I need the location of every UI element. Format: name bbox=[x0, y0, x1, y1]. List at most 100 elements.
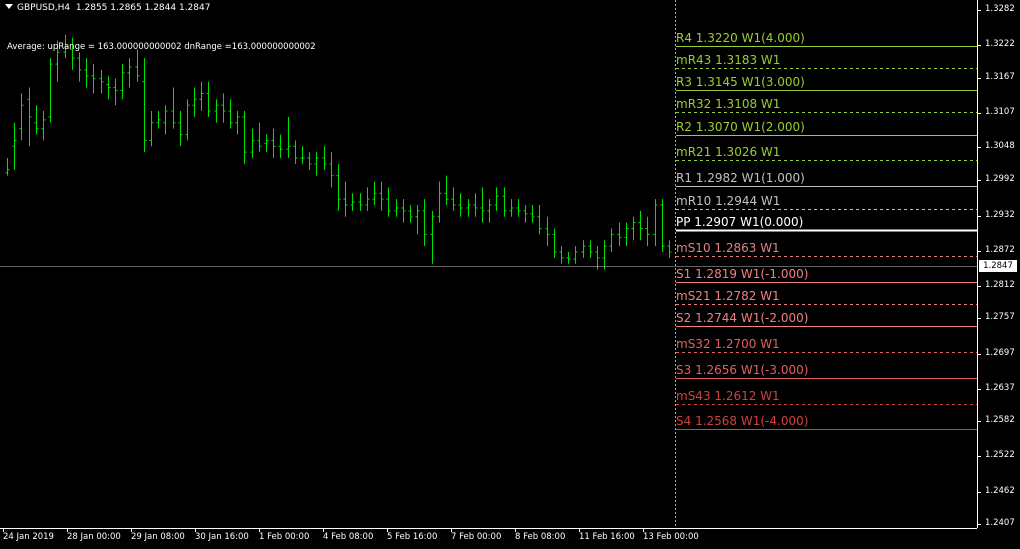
ohlc-bar bbox=[660, 199, 665, 253]
ohlc-bar bbox=[156, 111, 161, 129]
time-tick-label: 5 Feb 16:00 bbox=[387, 532, 438, 542]
ohlc-bar bbox=[192, 87, 197, 117]
time-tick-label: 4 Feb 08:00 bbox=[323, 532, 374, 542]
ohlc-bar bbox=[278, 134, 283, 159]
pivot-label: S2 1.2744 W1(-2.000) bbox=[676, 310, 809, 325]
ohlc-bar bbox=[365, 187, 370, 211]
ohlc-bar bbox=[415, 205, 420, 235]
price-tick-label: 1.2522 bbox=[985, 450, 1015, 460]
ohlc-bar bbox=[250, 128, 255, 159]
current-price-badge: 1.2847 bbox=[979, 260, 1017, 272]
ohlc-bar bbox=[185, 99, 190, 141]
ohlc-bar bbox=[206, 81, 211, 117]
pivot-label: R1 1.2982 W1(1.000) bbox=[676, 170, 805, 185]
price-tick-label: 1.2992 bbox=[985, 174, 1015, 184]
price-tick-mark bbox=[977, 524, 981, 525]
price-tick-label: 1.2812 bbox=[985, 280, 1015, 290]
axis-border bbox=[0, 528, 977, 529]
time-tick-label: 13 Feb 00:00 bbox=[643, 532, 699, 542]
ohlc-bar bbox=[314, 152, 319, 176]
ohlc-bar bbox=[12, 122, 17, 170]
ohlc-bar bbox=[178, 111, 183, 147]
time-tick-label: 8 Feb 08:00 bbox=[515, 532, 566, 542]
time-tick-label: 7 Feb 00:00 bbox=[451, 532, 502, 542]
ohlc-bar bbox=[264, 134, 269, 153]
price-tick-mark bbox=[977, 10, 981, 11]
ohlc-values: 1.2855 1.2865 1.2844 1.2847 bbox=[75, 3, 211, 13]
ohlc-bar bbox=[645, 216, 650, 247]
ohlc-bar bbox=[422, 199, 427, 247]
ohlc-bar bbox=[451, 187, 456, 211]
price-tick-mark bbox=[977, 286, 981, 287]
pivot-label: mS32 1.2700 W1 bbox=[676, 336, 780, 351]
ohlc-bar bbox=[530, 205, 535, 223]
ohlc-bar bbox=[516, 199, 521, 217]
time-tick-label: 11 Feb 16:00 bbox=[579, 532, 635, 542]
pivot-label: S4 1.2568 W1(-4.000) bbox=[676, 413, 809, 428]
ohlc-bar bbox=[27, 87, 32, 147]
price-tick-mark bbox=[977, 180, 981, 181]
ohlc-bar bbox=[573, 246, 578, 264]
pivot-label: R3 1.3145 W1(3.000) bbox=[676, 74, 805, 89]
ohlc-bar bbox=[537, 205, 542, 235]
ohlc-bar bbox=[242, 111, 247, 164]
ohlc-bar bbox=[149, 111, 154, 147]
ohlc-bar bbox=[638, 210, 643, 241]
ohlc-bar bbox=[329, 152, 334, 188]
pivot-label: R4 1.3220 W1(4.000) bbox=[676, 30, 805, 45]
pivot-label: mR10 1.2944 W1 bbox=[676, 193, 781, 208]
ohlc-bar bbox=[257, 122, 262, 153]
ohlc-bar bbox=[84, 58, 89, 88]
price-tick-label: 1.2757 bbox=[985, 312, 1015, 322]
ohlc-bar bbox=[142, 58, 147, 153]
ohlc-bar bbox=[602, 240, 607, 270]
ohlc-bar bbox=[394, 199, 399, 217]
price-tick-mark bbox=[977, 147, 981, 148]
price-tick-mark bbox=[977, 216, 981, 217]
time-axis[interactable]: 24 Jan 2019 28 Jan 00:00 29 Jan 08:00 30 Ja… bbox=[0, 528, 977, 549]
ohlc-bar bbox=[221, 93, 226, 123]
ohlc-bar bbox=[609, 228, 614, 253]
price-tick-label: 1.2697 bbox=[985, 348, 1015, 358]
ohlc-bar bbox=[106, 75, 111, 100]
chart-area[interactable]: GBPUSD,H4 1.2855 1.2865 1.2844 1.2847 Av… bbox=[0, 0, 977, 528]
ohlc-bar bbox=[5, 158, 10, 176]
ohlc-bar bbox=[581, 240, 586, 258]
ohlc-bar bbox=[214, 99, 219, 123]
ohlc-bar bbox=[480, 187, 485, 223]
ohlc-bar bbox=[624, 222, 629, 247]
ohlc-bar bbox=[437, 181, 442, 223]
price-tick-label: 1.3222 bbox=[985, 39, 1015, 49]
ohlc-bar bbox=[559, 246, 564, 264]
time-tick-label: 29 Jan 08:00 bbox=[131, 532, 185, 542]
ohlc-bar bbox=[99, 69, 104, 94]
pivot-label: mS21 1.2782 W1 bbox=[676, 288, 780, 303]
ohlc-bar bbox=[523, 205, 528, 223]
dropdown-triangle-icon[interactable] bbox=[5, 4, 13, 9]
chart-canvas[interactable] bbox=[0, 0, 977, 528]
ohlc-bar bbox=[235, 111, 240, 135]
ohlc-bar bbox=[631, 216, 636, 241]
ohlc-bar bbox=[135, 49, 140, 82]
price-tick-label: 1.2407 bbox=[985, 518, 1015, 528]
price-axis[interactable]: 1.3282 1.3222 1.3167 1.3107 1.3048 1.2992 1.29… bbox=[977, 0, 1020, 528]
time-tick-label: 28 Jan 00:00 bbox=[67, 532, 121, 542]
symbol-title: GBPUSD,H4 bbox=[17, 3, 71, 13]
price-tick-mark bbox=[977, 78, 981, 79]
ohlc-bar bbox=[163, 105, 168, 135]
price-tick-mark bbox=[977, 318, 981, 319]
ohlc-bar bbox=[595, 246, 600, 270]
ohlc-bar bbox=[199, 81, 204, 112]
ohlc-bar bbox=[386, 187, 391, 217]
ohlc-bar bbox=[502, 187, 507, 217]
ohlc-bar bbox=[120, 64, 125, 100]
ohlc-bar bbox=[171, 87, 176, 129]
ohlc-bar bbox=[91, 64, 96, 94]
ohlc-bar bbox=[307, 152, 312, 170]
ohlc-bar bbox=[466, 199, 471, 217]
ohlc-bar bbox=[401, 199, 406, 223]
price-tick-mark bbox=[977, 456, 981, 457]
ohlc-bar bbox=[300, 146, 305, 164]
price-tick-label: 1.3282 bbox=[985, 4, 1015, 14]
time-tick-label: 30 Jan 16:00 bbox=[195, 532, 249, 542]
